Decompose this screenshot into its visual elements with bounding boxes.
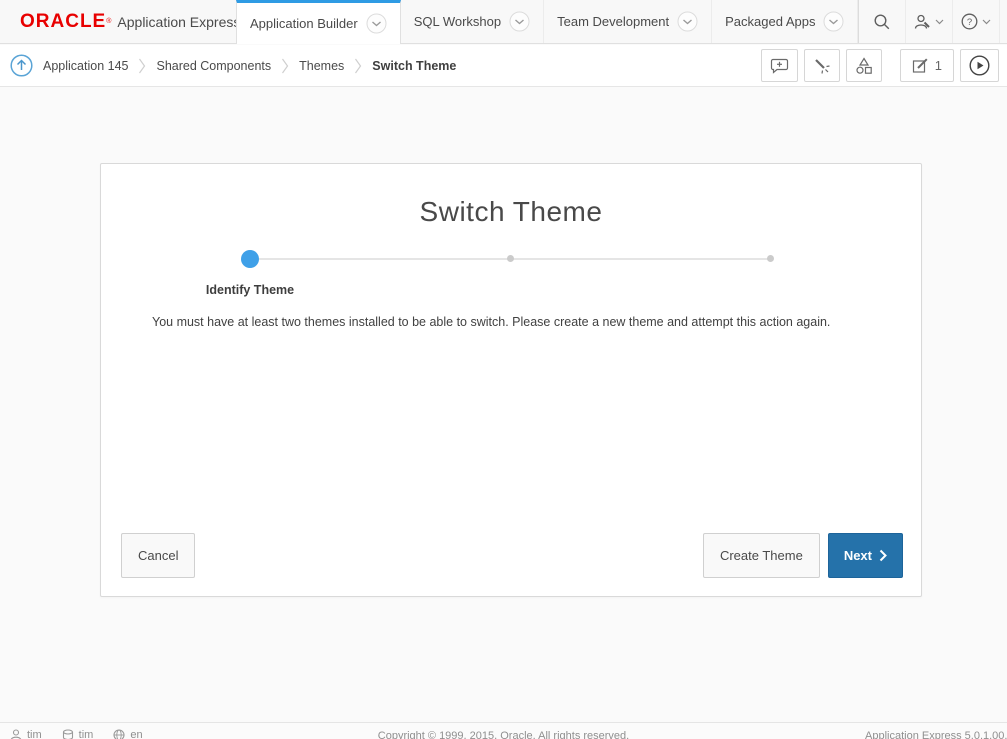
footer-copyright: Copyright © 1999, 2015, Oracle. All righ… — [378, 730, 629, 739]
svg-text:?: ? — [967, 17, 972, 28]
tab-application-builder[interactable]: Application Builder — [236, 0, 401, 44]
feedback-button[interactable] — [761, 49, 798, 82]
tab-label: Packaged Apps — [725, 14, 815, 29]
breadcrumb-switch-theme: Switch Theme — [372, 59, 456, 73]
run-play-icon — [969, 55, 990, 76]
shared-components-button[interactable] — [846, 49, 882, 82]
next-button-label: Next — [844, 548, 872, 563]
chevron-down-icon[interactable] — [677, 11, 698, 32]
footer-version: Application Express 5.0.1.00.06 — [865, 730, 1007, 739]
chevron-down-icon — [982, 19, 991, 25]
footer-schema: tim — [62, 729, 94, 739]
wizard-right-buttons: Create Theme Next — [703, 533, 903, 578]
chevron-down-icon[interactable] — [823, 11, 844, 32]
up-level-button[interactable] — [10, 54, 33, 77]
breadcrumb-application[interactable]: Application 145 — [43, 59, 128, 73]
wizard-message: You must have at least two themes instal… — [152, 315, 891, 329]
account-menu-button[interactable] — [1000, 0, 1007, 43]
footer-content: tim tim en Copyright © 1999, 2015, Oracl… — [0, 723, 1007, 739]
edit-page-button[interactable]: 1 — [900, 49, 954, 82]
switch-theme-wizard-card: Switch Theme Identify Theme You must hav… — [100, 163, 922, 597]
top-navigation-bar: ORACLE® Application Express Application … — [0, 0, 1007, 44]
globe-icon — [113, 729, 125, 739]
oracle-logo: ORACLE — [20, 11, 106, 33]
database-icon — [62, 729, 74, 739]
search-button[interactable] — [859, 0, 906, 43]
chevron-right-icon — [879, 549, 887, 562]
page-title: Switch Theme — [101, 196, 921, 228]
next-button[interactable]: Next — [828, 533, 903, 578]
footer-schema-name: tim — [79, 729, 94, 739]
advisor-button[interactable] — [804, 49, 840, 82]
create-theme-button[interactable]: Create Theme — [703, 533, 820, 578]
footer-language-code: en — [130, 729, 142, 739]
step-dot — [507, 255, 514, 262]
footer-user: tim — [10, 729, 42, 739]
tab-label: Application Builder — [250, 16, 358, 31]
advisor-wand-icon — [813, 57, 831, 75]
edit-pencil-icon — [912, 57, 929, 74]
footer-session-info: tim tim en — [10, 729, 143, 739]
breadcrumb-shared-components[interactable]: Shared Components — [156, 59, 271, 73]
tab-label: Team Development — [557, 14, 669, 29]
current-step-label: Identify Theme — [206, 283, 294, 297]
shapes-icon — [855, 57, 873, 75]
run-application-button[interactable] — [960, 49, 999, 82]
breadcrumb-separator-icon — [281, 57, 289, 75]
help-icon: ? — [961, 13, 978, 30]
product-name: Application Express — [117, 14, 240, 30]
footer-language: en — [113, 729, 142, 739]
arrow-up-circle-icon — [10, 54, 33, 77]
feedback-bubble-icon — [770, 57, 789, 74]
oracle-apex-logo: ORACLE® Application Express — [0, 0, 236, 43]
page-toolbar: 1 — [761, 49, 999, 82]
breadcrumb-separator-icon — [354, 57, 362, 75]
topbar-icon-group: ? — [858, 0, 1007, 43]
wizard-button-bar: Cancel Create Theme Next — [121, 533, 903, 578]
step-dot-active — [241, 250, 259, 268]
help-menu-button[interactable]: ? — [953, 0, 1000, 43]
registered-mark: ® — [106, 18, 111, 25]
administration-menu-button[interactable] — [906, 0, 953, 43]
tab-label: SQL Workshop — [414, 14, 501, 29]
footer-user-name: tim — [27, 729, 42, 739]
chevron-down-icon[interactable] — [366, 13, 387, 34]
page-footer: tim tim en Copyright © 1999, 2015, Oracl… — [0, 722, 1007, 739]
step-dot — [767, 255, 774, 262]
search-icon — [873, 13, 891, 31]
breadcrumb-bar: Application 145 Shared Components Themes… — [0, 45, 1007, 87]
tab-team-development[interactable]: Team Development — [544, 0, 712, 43]
chevron-down-icon — [935, 19, 944, 25]
wizard-progress-track: Identify Theme — [250, 250, 771, 268]
admin-user-wrench-icon — [914, 14, 931, 30]
tab-sql-workshop[interactable]: SQL Workshop — [401, 0, 544, 43]
tab-packaged-apps[interactable]: Packaged Apps — [712, 0, 858, 43]
breadcrumb-separator-icon — [138, 57, 146, 75]
edit-page-number: 1 — [935, 58, 942, 73]
user-icon — [10, 729, 22, 739]
chevron-down-icon[interactable] — [509, 11, 530, 32]
breadcrumb-themes[interactable]: Themes — [299, 59, 344, 73]
cancel-button[interactable]: Cancel — [121, 533, 195, 578]
